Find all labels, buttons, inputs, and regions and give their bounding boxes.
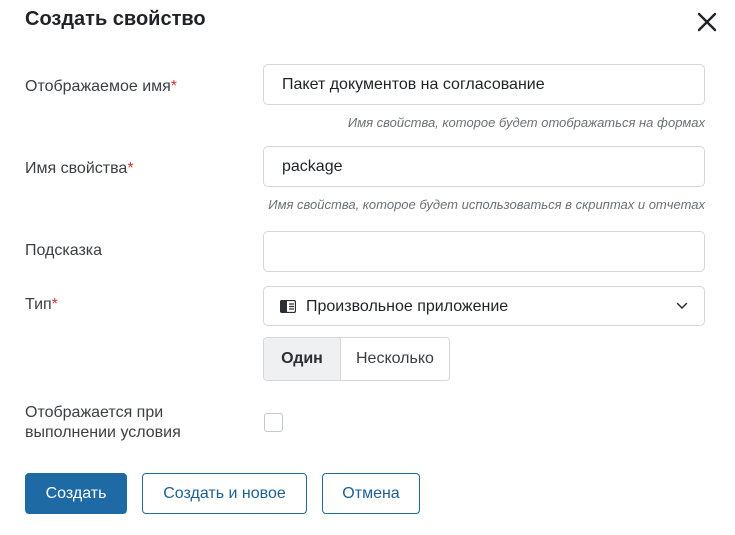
required-mark: * [127,160,134,177]
dialog-title: Создать свойство [25,8,206,30]
type-label-text: Тип [25,296,52,313]
app-icon [280,299,296,313]
type-select[interactable]: Произвольное приложение [263,286,705,326]
cardinality-toggle: Один Несколько [263,337,450,381]
chevron-down-icon [676,302,688,309]
required-mark: * [170,78,178,95]
create-and-new-button[interactable]: Создать и новое [142,473,307,514]
type-label: Тип* [25,295,58,315]
cancel-button[interactable]: Отмена [322,473,420,514]
create-button[interactable]: Создать [25,473,127,514]
property-name-hint: Имя свойства, которое будет использовать… [268,197,705,212]
tooltip-label: Подсказка [25,242,103,259]
conditional-label-line1: Отображается при [25,404,164,421]
display-name-label-text: Отображаемое имя [25,78,171,95]
conditional-checkbox[interactable] [264,413,283,432]
tooltip-input[interactable] [263,231,705,272]
conditional-label: Отображается при выполнении условия [25,403,181,443]
property-name-input[interactable] [263,146,705,187]
cardinality-single-option[interactable]: Один [264,338,340,380]
display-name-input[interactable] [263,64,705,105]
conditional-label-line2: выполнении условия [25,424,181,441]
property-name-label: Имя свойства* [25,159,134,179]
display-name-label: Отображаемое имя* [25,77,177,97]
create-property-dialog: Создать свойство Отображаемое имя* Имя с… [0,0,735,535]
display-name-hint: Имя свойства, которое будет отображаться… [347,115,705,130]
type-select-value: Произвольное приложение [306,297,509,315]
close-icon[interactable] [694,9,720,35]
property-name-label-text: Имя свойства [25,160,128,177]
cardinality-multiple-option[interactable]: Несколько [340,338,449,380]
required-mark: * [51,296,58,313]
